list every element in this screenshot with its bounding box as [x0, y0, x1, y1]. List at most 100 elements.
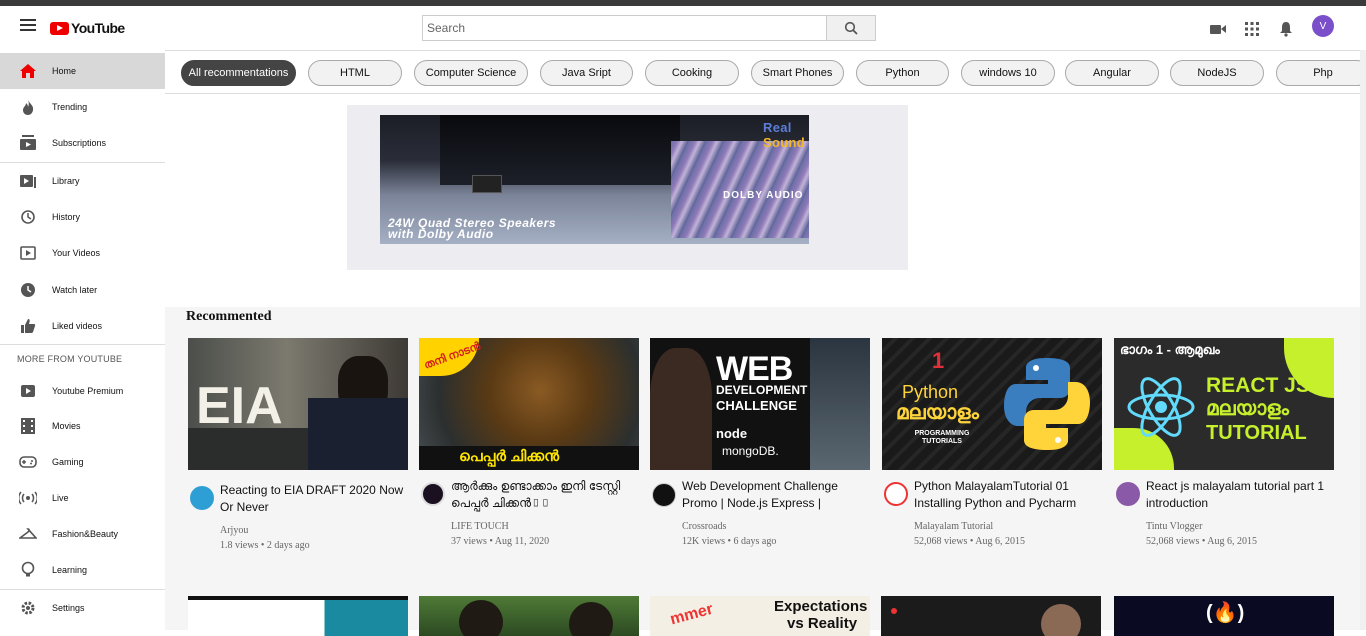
video-thumbnail[interactable]: WEB DEVELOPMENT CHALLENGE node mongoDB.: [650, 338, 870, 470]
gear-icon: [18, 598, 38, 618]
channel-avatar[interactable]: [190, 486, 214, 510]
lightbulb-icon: [18, 560, 38, 580]
video-thumbnail[interactable]: തനി നാടൻ പെപ്പർ ചിക്കൻ: [419, 338, 639, 470]
video-thumbnail[interactable]: [419, 596, 639, 636]
sidebar-item-home[interactable]: Home: [0, 53, 165, 89]
sidebar-item-gaming[interactable]: Gaming: [0, 444, 165, 480]
sidebar-item-your-videos[interactable]: Your Videos: [0, 235, 165, 271]
apps-grid-icon[interactable]: [1242, 19, 1262, 39]
search-button[interactable]: [826, 15, 876, 41]
sidebar-item-label: Home: [52, 66, 77, 76]
video-title[interactable]: Web Development Challenge Promo | Node.j…: [682, 478, 867, 512]
sidebar-item-movies[interactable]: Movies: [0, 408, 165, 444]
sidebar-item-youtube-premium[interactable]: Youtube Premium: [0, 373, 165, 409]
video-title[interactable]: Python MalayalamTutorial 01 Installing P…: [914, 478, 1099, 512]
sidebar-item-liked-videos[interactable]: Liked videos: [0, 308, 165, 344]
video-title[interactable]: Reacting to EIA DRAFT 2020 Now Or Never: [220, 482, 405, 516]
channel-avatar[interactable]: [884, 482, 908, 506]
thumb-sub-text: TUTORIAL: [1206, 422, 1307, 444]
ad-banner[interactable]: Real Sound DOLBY AUDIO 24W Quad Stereo S…: [347, 105, 908, 270]
channel-name[interactable]: Crossroads: [682, 520, 726, 534]
thumb-sub-text: മലയാളം: [896, 402, 979, 424]
channel-name[interactable]: LIFE TOUCH: [451, 520, 509, 534]
chip-php[interactable]: Php: [1276, 60, 1366, 86]
video-thumbnail[interactable]: EIA: [188, 338, 408, 470]
chip-smart-phones[interactable]: Smart Phones: [751, 60, 844, 86]
chip-java-script[interactable]: Java Sript: [540, 60, 633, 86]
video-title[interactable]: React js malayalam tutorial part 1 intro…: [1146, 478, 1331, 512]
thumb-sub-text: vs Reality: [787, 615, 858, 632]
chip-all-recommendations[interactable]: All recommentations: [181, 60, 296, 86]
thumb-dot: [891, 608, 897, 614]
thumb-title-text: EIA: [196, 377, 283, 435]
chip-html[interactable]: HTML: [308, 60, 402, 86]
youtube-logo[interactable]: YouTube: [50, 20, 125, 36]
video-thumbnail[interactable]: mmer Expectations vs Reality: [650, 596, 870, 636]
sidebar: Home Trending Subscriptions Library Hist…: [0, 50, 165, 630]
video-thumbnail[interactable]: [188, 596, 408, 636]
home-icon: [18, 61, 38, 81]
sidebar-item-history[interactable]: History: [0, 199, 165, 235]
video-thumbnail[interactable]: (🔥): [1114, 596, 1334, 636]
video-thumbnail[interactable]: [881, 596, 1101, 636]
ad-brand-logo: Real Sound: [763, 120, 805, 150]
thumb-number: 1: [932, 348, 945, 373]
film-icon: [18, 416, 38, 436]
video-title[interactable]: ആർക്കും ഉണ്ടാക്കാം ഇനി ടേസ്റ്റി പെപ്പർ ച…: [451, 478, 636, 512]
channel-avatar[interactable]: [652, 483, 676, 507]
chip-computer-science[interactable]: Computer Science: [414, 60, 528, 86]
search-input[interactable]: [422, 15, 826, 41]
channel-name[interactable]: Malayalam Tutorial: [914, 520, 993, 534]
hanger-icon: [18, 524, 38, 544]
bell-icon[interactable]: [1276, 19, 1296, 39]
section-title: Recommented: [186, 309, 272, 324]
sidebar-item-trending[interactable]: Trending: [0, 89, 165, 125]
sidebar-item-label: Library: [52, 176, 80, 186]
thumb-sub-text: മലയാളം: [1206, 398, 1289, 420]
sidebar-item-label: Settings: [52, 603, 85, 613]
channel-name[interactable]: Arjyou: [220, 524, 248, 538]
video-camera-icon[interactable]: [1208, 19, 1228, 39]
sidebar-item-subscriptions[interactable]: Subscriptions: [0, 125, 165, 161]
channel-avatar[interactable]: [1116, 482, 1140, 506]
video-icon: [18, 243, 38, 263]
video-card[interactable]: WEB DEVELOPMENT CHALLENGE node mongoDB. …: [650, 338, 871, 547]
video-card[interactable]: EIA Reacting to EIA DRAFT 2020 Now Or Ne…: [188, 338, 409, 551]
thumb-title-text: REACT JS: [1206, 374, 1310, 397]
sidebar-item-label: Gaming: [52, 457, 84, 467]
chip-python[interactable]: Python: [856, 60, 949, 86]
sidebar-item-label: Fashion&Beauty: [52, 529, 119, 539]
logo-text: YouTube: [71, 20, 125, 36]
channel-avatar[interactable]: [421, 482, 445, 506]
video-thumbnail[interactable]: 1 Python മലയാളം PROGRAMMING TUTORIALS: [882, 338, 1102, 470]
sidebar-item-fashion-beauty[interactable]: Fashion&Beauty: [0, 516, 165, 552]
page-scrollbar[interactable]: [1360, 50, 1366, 630]
sidebar-item-learning[interactable]: Learning: [0, 552, 165, 588]
youtube-play-icon: [50, 21, 69, 35]
sidebar-item-label: Subscriptions: [52, 138, 107, 148]
video-thumbnail[interactable]: ഭാഗം 1 - ആമുഖം REACT JS മലയാളം TUTORIAL: [1114, 338, 1334, 470]
chip-cooking[interactable]: Cooking: [645, 60, 739, 86]
chip-angular[interactable]: Angular: [1065, 60, 1159, 86]
sidebar-item-live[interactable]: Live: [0, 480, 165, 516]
menu-icon[interactable]: [18, 16, 38, 36]
user-avatar[interactable]: V: [1312, 15, 1334, 37]
sidebar-item-label: Learning: [52, 565, 88, 575]
sidebar-item-watch-later[interactable]: Watch later: [0, 272, 165, 308]
category-chip-bar: All recommentations HTML Computer Scienc…: [165, 50, 1366, 94]
thumb-title-text: പെപ്പർ ചിക്കൻ: [459, 448, 560, 465]
video-card[interactable]: തനി നാടൻ പെപ്പർ ചിക്കൻ ആർക്കും ഉണ്ടാക്കാ…: [419, 338, 640, 547]
ad-dolby-logo: DOLBY AUDIO: [723, 190, 804, 201]
video-card[interactable]: 1 Python മലയാളം PROGRAMMING TUTORIALS Py…: [882, 338, 1103, 547]
ad-image: Real Sound DOLBY AUDIO 24W Quad Stereo S…: [380, 115, 809, 244]
video-card[interactable]: ഭാഗം 1 - ആമുഖം REACT JS മലയാളം TUTORIAL …: [1114, 338, 1335, 547]
sidebar-item-library[interactable]: Library: [0, 163, 165, 199]
chip-nodejs[interactable]: NodeJS: [1170, 60, 1264, 86]
sidebar-item-label: Movies: [52, 421, 81, 431]
header: YouTube V: [0, 6, 1366, 50]
channel-name[interactable]: Tintu Vlogger: [1146, 520, 1202, 534]
chip-windows-10[interactable]: windows 10: [961, 60, 1055, 86]
video-stats: 52,068 views • Aug 6, 2015: [1146, 536, 1258, 547]
sidebar-divider: [0, 344, 165, 345]
sidebar-item-settings[interactable]: Settings: [0, 590, 165, 626]
